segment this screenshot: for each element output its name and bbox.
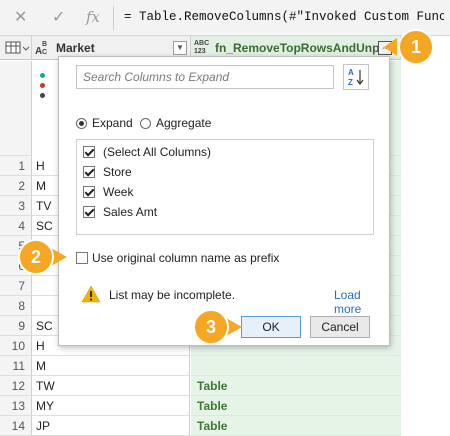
- fn-table-cell[interactable]: Table: [191, 396, 401, 416]
- market-cell[interactable]: M: [32, 356, 190, 376]
- fx-icon[interactable]: fx: [86, 8, 100, 26]
- row-header-blank: [0, 61, 32, 156]
- row-number[interactable]: 3: [0, 196, 32, 216]
- expand-label: Expand: [92, 116, 133, 130]
- filter-dropdown-icon[interactable]: ▼: [173, 41, 187, 55]
- sort-button[interactable]: A Z: [343, 64, 369, 90]
- warning-icon: [81, 285, 101, 303]
- column-header-label: fn_RemoveTopRowsAndUnpi...: [215, 41, 393, 55]
- confirm-icon[interactable]: ✓: [52, 8, 65, 26]
- cancel-icon[interactable]: ✕: [14, 8, 27, 26]
- row-number[interactable]: 11: [0, 356, 32, 376]
- row-number[interactable]: 10: [0, 336, 32, 356]
- table-corner-menu[interactable]: [0, 36, 32, 60]
- formula-input[interactable]: = Table.RemoveColumns(#"Invoked Custom F…: [124, 10, 444, 24]
- table-icon: [5, 41, 30, 54]
- load-more-link[interactable]: Load more: [334, 288, 381, 316]
- callout-2: 2: [17, 239, 67, 275]
- empty-dot-icon: [40, 93, 45, 98]
- callout-3: 3: [192, 309, 242, 345]
- column-header-label: Market: [56, 41, 95, 55]
- incomplete-list-warning: List may be incomplete. Load more: [81, 284, 381, 316]
- row-number[interactable]: 14: [0, 416, 32, 436]
- row-number[interactable]: 8: [0, 296, 32, 316]
- aggregate-label: Aggregate: [156, 116, 212, 130]
- warning-text: List may be incomplete.: [109, 288, 236, 302]
- callout-1: 1: [384, 28, 434, 65]
- formula-separator: [113, 6, 114, 30]
- cancel-button[interactable]: Cancel: [310, 316, 370, 338]
- row-number[interactable]: 9: [0, 316, 32, 336]
- market-cell[interactable]: TW: [32, 376, 190, 396]
- market-cell[interactable]: JP: [32, 416, 190, 436]
- row-number[interactable]: 1: [0, 156, 32, 176]
- row-number[interactable]: 7: [0, 276, 32, 296]
- sort-az-icon: A Z: [348, 68, 364, 87]
- ok-button[interactable]: OK: [241, 316, 301, 338]
- checkbox[interactable]: [83, 166, 95, 178]
- prefix-label: Use original column name as prefix: [92, 251, 280, 265]
- market-cell[interactable]: MY: [32, 396, 190, 416]
- aggregate-radio[interactable]: [140, 118, 151, 129]
- column-checkbox-list: (Select All Columns) Store Week Sales Am…: [76, 139, 374, 235]
- row-number[interactable]: 2: [0, 176, 32, 196]
- search-columns-input[interactable]: Search Columns to Expand: [76, 65, 334, 89]
- svg-text:Z: Z: [348, 78, 353, 87]
- checkbox[interactable]: [83, 146, 95, 158]
- aggregate-radio-option[interactable]: Aggregate: [140, 116, 230, 132]
- row-number[interactable]: 4: [0, 216, 32, 236]
- expand-radio[interactable]: [76, 118, 87, 129]
- row-number[interactable]: 13: [0, 396, 32, 416]
- expand-columns-popup: Search Columns to Expand A Z Expand Aggr…: [58, 56, 390, 346]
- error-dot-icon: [40, 83, 45, 88]
- fn-table-cell[interactable]: [191, 356, 401, 376]
- row-number[interactable]: 12: [0, 376, 32, 396]
- any-type-icon: ABC: [194, 40, 210, 47]
- prefix-checkbox[interactable]: [76, 252, 88, 264]
- fn-table-cell[interactable]: Table: [191, 376, 401, 396]
- valid-dot-icon: [40, 73, 45, 78]
- svg-text:A: A: [348, 68, 354, 77]
- checkbox[interactable]: [83, 206, 95, 218]
- checkbox[interactable]: [83, 186, 95, 198]
- fn-table-cell[interactable]: Table: [191, 416, 401, 436]
- expand-radio-option[interactable]: Expand: [76, 116, 146, 132]
